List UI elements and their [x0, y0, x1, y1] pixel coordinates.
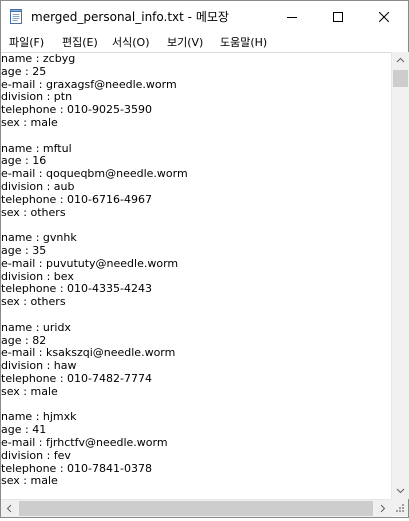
text-line: name : uridx — [1, 320, 71, 334]
text-line — [1, 130, 391, 143]
scroll-up-button[interactable] — [392, 52, 409, 69]
text-line: age : 35 — [1, 243, 47, 257]
minimize-icon — [287, 7, 297, 26]
text-line: age : 25 — [1, 64, 47, 78]
text-line: telephone : 010-7841-0378 — [1, 461, 152, 475]
notepad-icon — [10, 9, 22, 24]
chevron-up-icon — [396, 57, 405, 63]
text-line: telephone : 010-7482-7774 — [1, 371, 152, 385]
vertical-scrollbar[interactable] — [391, 52, 409, 499]
close-icon — [378, 7, 390, 26]
text-line: name : hjmxk — [1, 410, 77, 424]
close-button[interactable] — [361, 1, 407, 32]
text-editor[interactable]: name : zcbyg age : 25 e-mail : graxagsf@ne… — [1, 52, 391, 500]
text-line: name : zcbyg — [1, 52, 76, 65]
text-line: sex : others — [1, 205, 66, 219]
scroll-down-button[interactable] — [392, 482, 409, 499]
text-line: name : mftul — [1, 141, 72, 155]
chevron-down-icon — [396, 488, 405, 494]
menu-help[interactable]: 도움말(H) — [220, 34, 267, 50]
text-line: e-mail : puvututy@needle.worm — [1, 256, 179, 270]
notepad-window: merged_personal_info.txt - 메모장 파일(F) 편집(… — [0, 0, 409, 518]
minimize-button[interactable] — [269, 1, 315, 32]
text-line: sex : male — [1, 384, 58, 398]
document-text[interactable]: name : zcbyg age : 25 e-mail : graxagsf@ne… — [1, 53, 391, 488]
menu-format[interactable]: 서식(O) — [112, 34, 149, 50]
window-title: merged_personal_info.txt - 메모장 — [31, 10, 229, 24]
scroll-left-button[interactable] — [1, 500, 18, 517]
horizontal-scroll-thumb[interactable] — [19, 501, 373, 516]
text-line: sex : male — [1, 115, 58, 129]
text-line: age : 41 — [1, 423, 47, 437]
menu-view[interactable]: 보기(V) — [167, 34, 203, 50]
chevron-left-icon — [6, 504, 12, 513]
text-line: division : aub — [1, 179, 75, 193]
resize-grip[interactable] — [391, 499, 408, 516]
menu-bar: 파일(F) 편집(E) 서식(O) 보기(V) 도움말(H) — [1, 32, 408, 51]
maximize-icon — [333, 7, 343, 26]
maximize-button[interactable] — [315, 1, 361, 32]
menu-edit[interactable]: 편집(E) — [62, 34, 98, 50]
vertical-scroll-thumb[interactable] — [393, 70, 408, 87]
text-line — [1, 309, 391, 322]
menu-file[interactable]: 파일(F) — [9, 34, 44, 50]
text-line: telephone : 010-6716-4967 — [1, 192, 152, 206]
text-line: sex : male — [1, 474, 58, 488]
text-line: telephone : 010-9025-3590 — [1, 103, 152, 117]
scroll-right-button[interactable] — [374, 500, 391, 517]
text-line: e-mail : fjrhctfv@needle.worm — [1, 435, 168, 449]
text-line: name : gvnhk — [1, 231, 77, 245]
horizontal-scrollbar[interactable] — [1, 499, 391, 517]
text-line: division : haw — [1, 359, 77, 373]
chevron-right-icon — [380, 504, 386, 513]
title-bar[interactable]: merged_personal_info.txt - 메모장 — [1, 1, 408, 32]
text-line: division : fev — [1, 448, 71, 462]
text-line: sex : others — [1, 295, 66, 309]
resize-grip-icon — [396, 504, 404, 512]
